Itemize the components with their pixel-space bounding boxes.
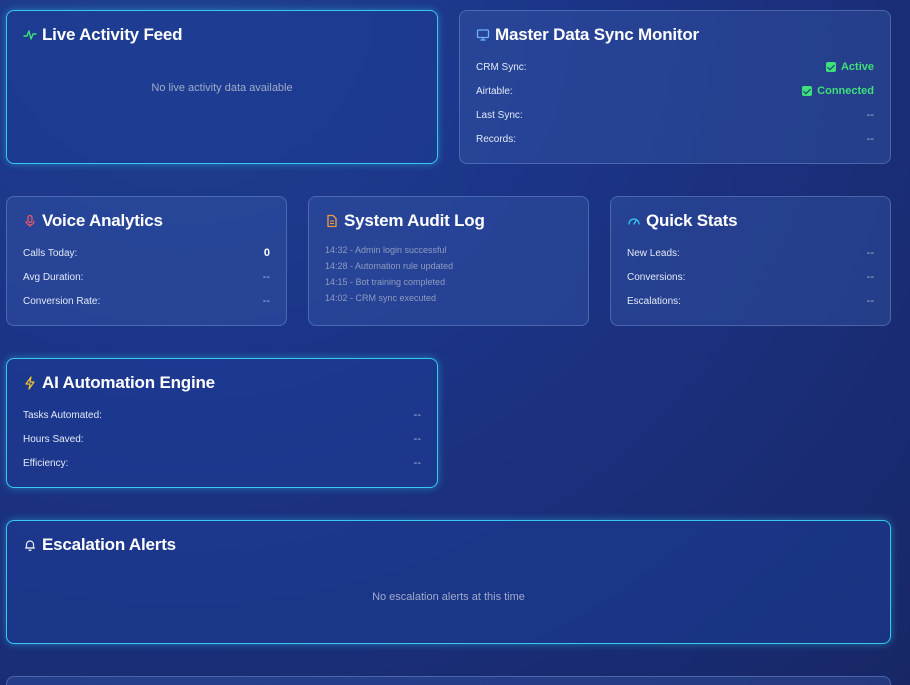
sync-monitor-title: Master Data Sync Monitor: [476, 25, 699, 45]
voice-row-value: --: [262, 295, 270, 307]
audit-log-title-text: System Audit Log: [344, 211, 485, 230]
check-icon: [802, 86, 813, 96]
sync-row-label: CRM Sync:: [476, 61, 527, 73]
voice-row-label: Calls Today:: [23, 247, 78, 259]
stats-row-leads: New Leads: --: [627, 246, 874, 260]
airtable-status-badge: Connected: [802, 85, 874, 97]
automation-engine-title-text: AI Automation Engine: [42, 373, 215, 392]
airtable-status-text: Connected: [817, 85, 874, 97]
stats-row-label: Escalations:: [627, 295, 681, 307]
voice-analytics-title: Voice Analytics: [23, 211, 163, 231]
stats-row-escalations: Escalations: --: [627, 294, 874, 308]
voice-row-label: Conversion Rate:: [23, 295, 101, 307]
automation-row-value: --: [413, 433, 421, 445]
escalation-alerts-card: Escalation Alerts No escalation alerts a…: [6, 520, 891, 644]
sync-row-airtable: Airtable: Connected: [476, 84, 874, 98]
document-icon: [325, 214, 339, 228]
automation-row-label: Tasks Automated:: [23, 409, 102, 421]
stats-row-value: --: [866, 271, 874, 283]
quick-stats-title-text: Quick Stats: [646, 211, 738, 230]
voice-row-value: 0: [263, 247, 270, 259]
voice-row-calls: Calls Today: 0: [23, 246, 270, 260]
quick-stats-card: Quick Stats New Leads: -- Conversions: -…: [610, 196, 891, 326]
automation-row-efficiency: Efficiency: --: [23, 456, 421, 470]
voice-row-conversion: Conversion Rate: --: [23, 294, 270, 308]
voice-row-label: Avg Duration:: [23, 271, 84, 283]
live-activity-title: Live Activity Feed: [23, 25, 183, 45]
stats-row-conversions: Conversions: --: [627, 270, 874, 284]
sync-monitor-card: Master Data Sync Monitor CRM Sync: Activ…: [459, 10, 891, 164]
escalation-alerts-title-text: Escalation Alerts: [42, 535, 176, 554]
sync-monitor-title-text: Master Data Sync Monitor: [495, 25, 699, 44]
stats-row-value: --: [866, 247, 874, 259]
automation-row-value: --: [413, 409, 421, 421]
escalation-alerts-title: Escalation Alerts: [23, 535, 176, 555]
sync-row-value: --: [866, 109, 874, 121]
audit-log-entry: 14:28 - Automation rule updated: [325, 261, 454, 271]
audit-log-entry: 14:32 - Admin login successful: [325, 245, 447, 255]
live-activity-title-text: Live Activity Feed: [42, 25, 183, 44]
voice-row-duration: Avg Duration: --: [23, 270, 270, 284]
live-activity-card: Live Activity Feed No live activity data…: [6, 10, 438, 164]
sync-row-last-sync: Last Sync: --: [476, 108, 874, 122]
crm-status-badge: Active: [825, 61, 874, 73]
crm-status-text: Active: [840, 61, 874, 73]
stats-row-label: Conversions:: [627, 271, 686, 283]
automation-row-label: Efficiency:: [23, 457, 69, 469]
voice-analytics-card: Voice Analytics Calls Today: 0 Avg Durat…: [6, 196, 287, 326]
sync-row-label: Airtable:: [476, 85, 513, 97]
stats-row-label: New Leads:: [627, 247, 680, 259]
gauge-icon: [627, 214, 641, 228]
live-activity-empty-text: No live activity data available: [151, 82, 293, 94]
monitor-icon: [476, 28, 490, 42]
automation-row-value: --: [413, 457, 421, 469]
automation-engine-title: AI Automation Engine: [23, 373, 215, 393]
bell-icon: [23, 538, 37, 552]
automation-row-hours: Hours Saved: --: [23, 432, 421, 446]
quick-stats-title: Quick Stats: [627, 211, 738, 231]
audit-log-card: System Audit Log 14:32 - Admin login suc…: [308, 196, 589, 326]
sync-row-label: Last Sync:: [476, 109, 523, 121]
audit-log-entry: 14:15 - Bot training completed: [325, 277, 446, 287]
voice-analytics-title-text: Voice Analytics: [42, 211, 163, 230]
automation-row-label: Hours Saved:: [23, 433, 84, 445]
sync-row-label: Records:: [476, 133, 517, 145]
audit-log-title: System Audit Log: [325, 211, 485, 231]
stats-row-value: --: [866, 295, 874, 307]
voice-row-value: --: [262, 271, 270, 283]
microphone-icon: [23, 214, 37, 228]
next-card-partial: [6, 676, 891, 685]
sync-row-value: --: [866, 133, 874, 145]
activity-pulse-icon: [23, 28, 37, 42]
sync-row-crm: CRM Sync: Active: [476, 60, 874, 74]
audit-log-entry: 14:02 - CRM sync executed: [325, 293, 437, 303]
escalation-alerts-empty-text: No escalation alerts at this time: [372, 591, 525, 603]
lightning-icon: [23, 376, 37, 390]
sync-row-records: Records: --: [476, 132, 874, 146]
check-icon: [825, 62, 836, 72]
automation-engine-card: AI Automation Engine Tasks Automated: --…: [6, 358, 438, 488]
automation-row-tasks: Tasks Automated: --: [23, 408, 421, 422]
